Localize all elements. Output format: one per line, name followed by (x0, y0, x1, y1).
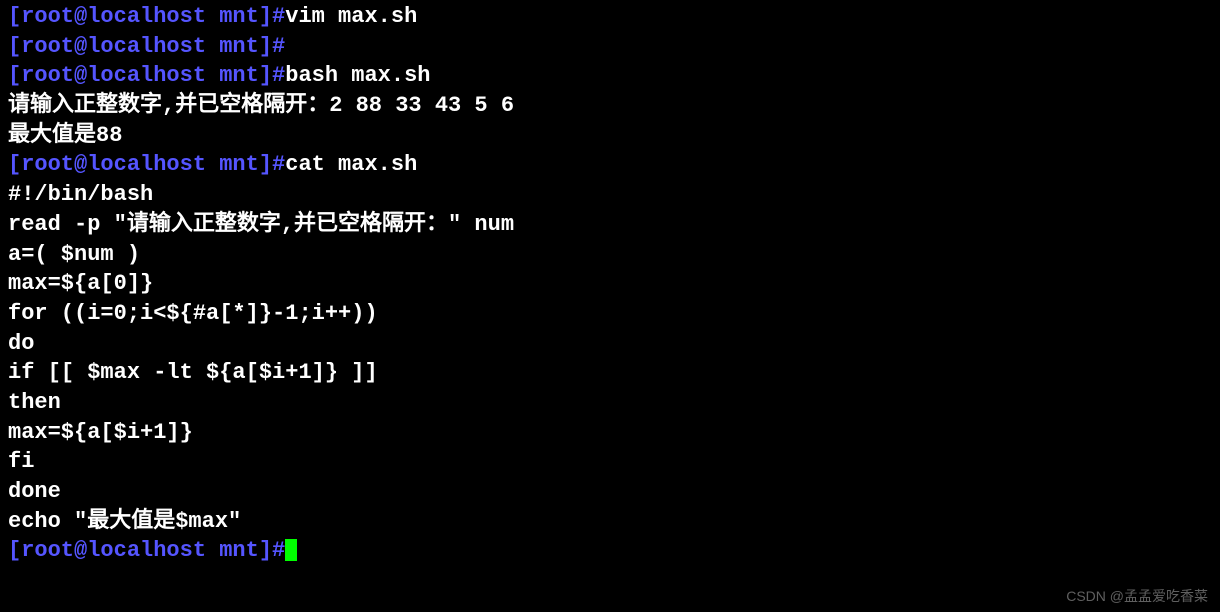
script-line: for ((i=0;i<${#a[*]}-1;i++)) (8, 299, 1212, 329)
terminal-line: [root@localhost mnt]# (8, 32, 1212, 62)
script-line: echo "最大值是$max" (8, 507, 1212, 537)
script-line: do (8, 329, 1212, 359)
script-line: if [[ $max -lt ${a[$i+1]} ]] (8, 358, 1212, 388)
command-text: bash max.sh (285, 63, 430, 88)
terminal-line: [root@localhost mnt]#bash max.sh (8, 61, 1212, 91)
cursor-block (285, 539, 297, 561)
terminal-line: [root@localhost mnt]#vim max.sh (8, 2, 1212, 32)
script-line: a=( $num ) (8, 240, 1212, 270)
script-line: #!/bin/bash (8, 180, 1212, 210)
script-line: max=${a[0]} (8, 269, 1212, 299)
terminal-line: [root@localhost mnt]#cat max.sh (8, 150, 1212, 180)
shell-prompt: [root@localhost mnt]# (8, 538, 285, 563)
command-text: cat max.sh (285, 152, 417, 177)
script-line: read -p "请输入正整数字,并已空格隔开：" num (8, 210, 1212, 240)
shell-prompt: [root@localhost mnt]# (8, 4, 285, 29)
shell-prompt: [root@localhost mnt]# (8, 34, 285, 59)
shell-prompt: [root@localhost mnt]# (8, 63, 285, 88)
script-line: max=${a[$i+1]} (8, 418, 1212, 448)
script-line: then (8, 388, 1212, 418)
watermark-text: CSDN @孟孟爱吃香菜 (1066, 587, 1208, 606)
shell-prompt: [root@localhost mnt]# (8, 152, 285, 177)
terminal-output: 请输入正整数字,并已空格隔开：2 88 33 43 5 6 (8, 91, 1212, 121)
terminal-line[interactable]: [root@localhost mnt]# (8, 536, 1212, 566)
command-text: vim max.sh (285, 4, 417, 29)
terminal-output: 最大值是88 (8, 121, 1212, 151)
script-line: done (8, 477, 1212, 507)
script-line: fi (8, 447, 1212, 477)
